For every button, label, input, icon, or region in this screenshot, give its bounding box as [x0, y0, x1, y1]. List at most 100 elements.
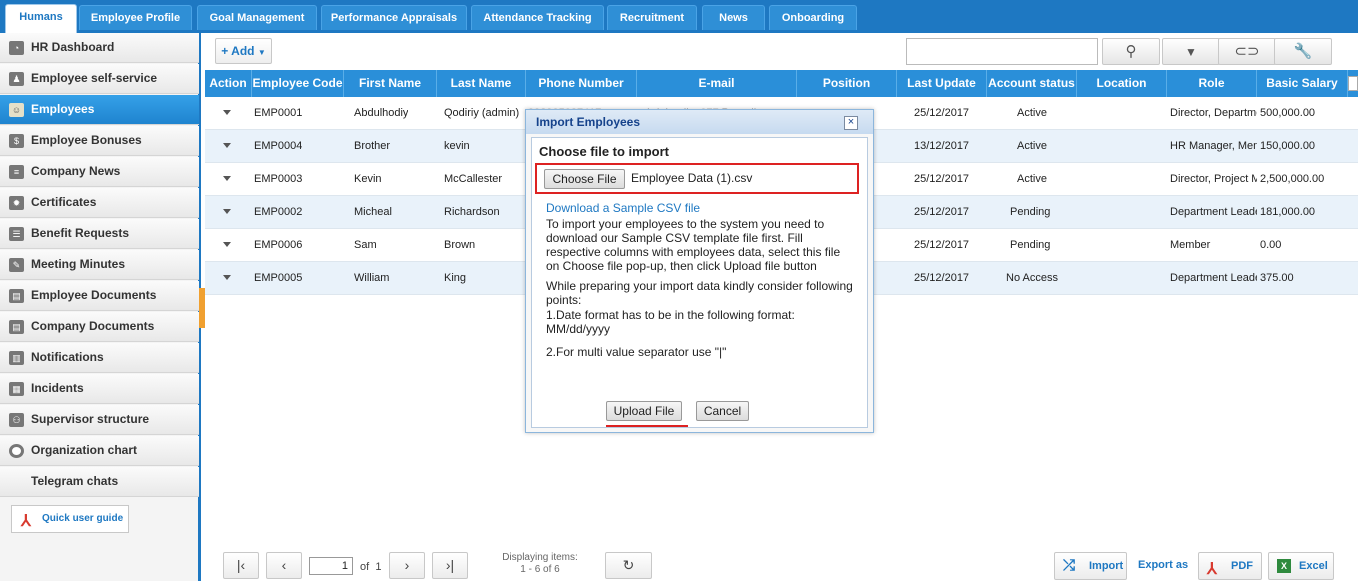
link-button[interactable]: ⊂⊃ [1218, 38, 1276, 65]
dialog-heading: Choose file to import [539, 144, 669, 159]
sidebar-item-employees[interactable]: ☺ Employees [0, 95, 199, 125]
add-button[interactable]: + Add ▼ [215, 38, 272, 64]
news-icon: ≡ [9, 165, 24, 179]
cell-basic-salary: 150,000.00 [1260, 140, 1316, 152]
cell-account-status: Active [1017, 107, 1047, 119]
cancel-button[interactable]: Cancel [696, 401, 749, 421]
sidebar-item-employee-self-service[interactable]: ♟ Employee self-service [0, 64, 199, 94]
column-header-last-name[interactable]: Last Name [437, 70, 526, 97]
cell-last-name: Qodiriy (admin) [444, 107, 520, 119]
first-page-icon: |‹ [236, 557, 246, 573]
row-menu-caret-icon[interactable] [223, 143, 231, 148]
column-header-email[interactable]: E-mail [637, 70, 797, 97]
separator-note: 2.For multi value separator use "|" [546, 345, 727, 359]
selected-file-name: Employee Data (1).csv [631, 171, 753, 185]
cell-role: Department Leade [1170, 206, 1257, 218]
tab-attendance-tracking[interactable]: Attendance Tracking [471, 5, 604, 30]
refresh-button[interactable]: ↻ [605, 552, 652, 579]
excel-export-button[interactable]: X Excel [1268, 552, 1334, 580]
pdf-icon: ⅄ [21, 513, 31, 530]
cell-role: Department Leade [1170, 272, 1257, 284]
page-count: of 1 [360, 561, 382, 573]
notepad-icon: ✎ [9, 258, 24, 272]
sidebar: ◔ HR Dashboard ♟ Employee self-service ☺ Em… [0, 33, 201, 581]
next-page-button[interactable]: › [389, 552, 425, 579]
tab-news[interactable]: News [702, 5, 765, 30]
sidebar-item-hr-dashboard[interactable]: ◔ HR Dashboard [0, 33, 199, 63]
column-header-first-name[interactable]: First Name [344, 70, 437, 97]
tab-onboarding[interactable]: Onboarding [769, 5, 857, 30]
column-header-account-status[interactable]: Account status [987, 70, 1077, 97]
sidebar-item-label: Employee Documents [31, 288, 157, 302]
cell-basic-salary: 2,500,000.00 [1260, 173, 1325, 185]
cell-last-update: 25/12/2017 [914, 173, 970, 185]
column-header-last-update[interactable]: Last Update [897, 70, 987, 97]
sidebar-item-employee-documents[interactable]: ▤ Employee Documents [0, 281, 199, 311]
sidebar-item-company-news[interactable]: ≡ Company News [0, 157, 199, 187]
sidebar-item-label: HR Dashboard [31, 40, 115, 54]
cell-basic-salary: 0.00 [1260, 239, 1282, 251]
cell-employee-code: EMP0005 [254, 272, 303, 284]
column-header-role[interactable]: Role [1167, 70, 1257, 97]
import-considerations: While preparing your import data kindly … [546, 279, 853, 307]
sidebar-item-company-documents[interactable]: ▤ Company Documents [0, 312, 199, 342]
employees-icon: ☺ [9, 103, 24, 117]
incident-icon: ▦ [9, 382, 24, 396]
sidebar-item-supervisor-structure[interactable]: ⚇ Supervisor structure [0, 405, 199, 435]
cell-account-status: Pending [1010, 239, 1051, 251]
row-menu-caret-icon[interactable] [223, 242, 231, 247]
quick-user-guide-button[interactable]: ⅄ Quick user guide [11, 505, 129, 533]
upload-file-button[interactable]: Upload File [606, 401, 682, 421]
sidebar-item-benefit-requests[interactable]: ☰ Benefit Requests [0, 219, 199, 249]
filter-button[interactable]: ▼ [1162, 38, 1220, 65]
sidebar-item-meeting-minutes[interactable]: ✎ Meeting Minutes [0, 250, 199, 280]
scrollbar[interactable] [1348, 76, 1358, 91]
last-page-button[interactable]: ›| [432, 552, 468, 579]
sidebar-item-incidents[interactable]: ▦ Incidents [0, 374, 199, 404]
tab-recruitment[interactable]: Recruitment [607, 5, 697, 30]
cell-last-update: 13/12/2017 [914, 140, 970, 152]
search-button[interactable]: ⚲ [1102, 38, 1160, 65]
circle-icon [9, 444, 24, 458]
search-input[interactable] [906, 38, 1098, 65]
import-instructions: To import your employees to the system y… [546, 217, 841, 273]
tab-performance-appraisals[interactable]: Performance Appraisals [321, 5, 467, 30]
dialog-title: Import Employees [526, 110, 873, 134]
sidebar-item-notifications[interactable]: ▥ Notifications [0, 343, 199, 373]
sidebar-item-telegram-chats[interactable]: Telegram chats [0, 467, 199, 497]
choose-file-button[interactable]: Choose File [544, 169, 625, 189]
sidebar-item-employee-bonuses[interactable]: $ Employee Bonuses [0, 126, 199, 156]
tab-employee-profile[interactable]: Employee Profile [79, 5, 192, 30]
column-header-position[interactable]: Position [797, 70, 897, 97]
close-button[interactable]: × [844, 116, 858, 130]
sidebar-item-certificates[interactable]: ✹ Certificates [0, 188, 199, 218]
cell-employee-code: EMP0003 [254, 173, 303, 185]
first-page-button[interactable]: |‹ [223, 552, 259, 579]
chevron-right-icon: › [404, 557, 410, 573]
sidebar-item-organization-chart[interactable]: Organization chart [0, 436, 199, 466]
column-header-phone-number[interactable]: Phone Number [526, 70, 637, 97]
column-header-basic-salary[interactable]: Basic Salary [1257, 70, 1348, 97]
sidebar-item-label: Telegram chats [31, 474, 119, 488]
refresh-icon: ↻ [622, 557, 635, 573]
row-menu-caret-icon[interactable] [223, 209, 231, 214]
previous-page-button[interactable]: ‹ [266, 552, 302, 579]
column-header-location[interactable]: Location [1077, 70, 1167, 97]
sidebar-item-label: Employees [31, 102, 95, 116]
download-sample-csv-link[interactable]: Download a Sample CSV file [546, 201, 700, 215]
settings-button[interactable]: 🔧 [1274, 38, 1332, 65]
top-tab-bar: Humans Employee Profile Goal Management … [0, 0, 1358, 33]
cell-account-status: Pending [1010, 206, 1051, 218]
page-number-input[interactable]: 1 [309, 557, 353, 575]
cell-role: Member [1170, 239, 1211, 251]
row-menu-caret-icon[interactable] [223, 275, 231, 280]
tab-goal-management[interactable]: Goal Management [197, 5, 317, 30]
import-button[interactable]: ⤮ Import [1054, 552, 1127, 580]
pdf-export-button[interactable]: ⅄ PDF [1198, 552, 1262, 580]
sidebar-item-label: Employee self-service [31, 71, 158, 85]
row-menu-caret-icon[interactable] [223, 176, 231, 181]
column-header-action[interactable]: Action [205, 70, 252, 97]
row-menu-caret-icon[interactable] [223, 110, 231, 115]
tab-humans[interactable]: Humans [5, 4, 77, 33]
column-header-employee-code[interactable]: Employee Code [252, 70, 344, 97]
